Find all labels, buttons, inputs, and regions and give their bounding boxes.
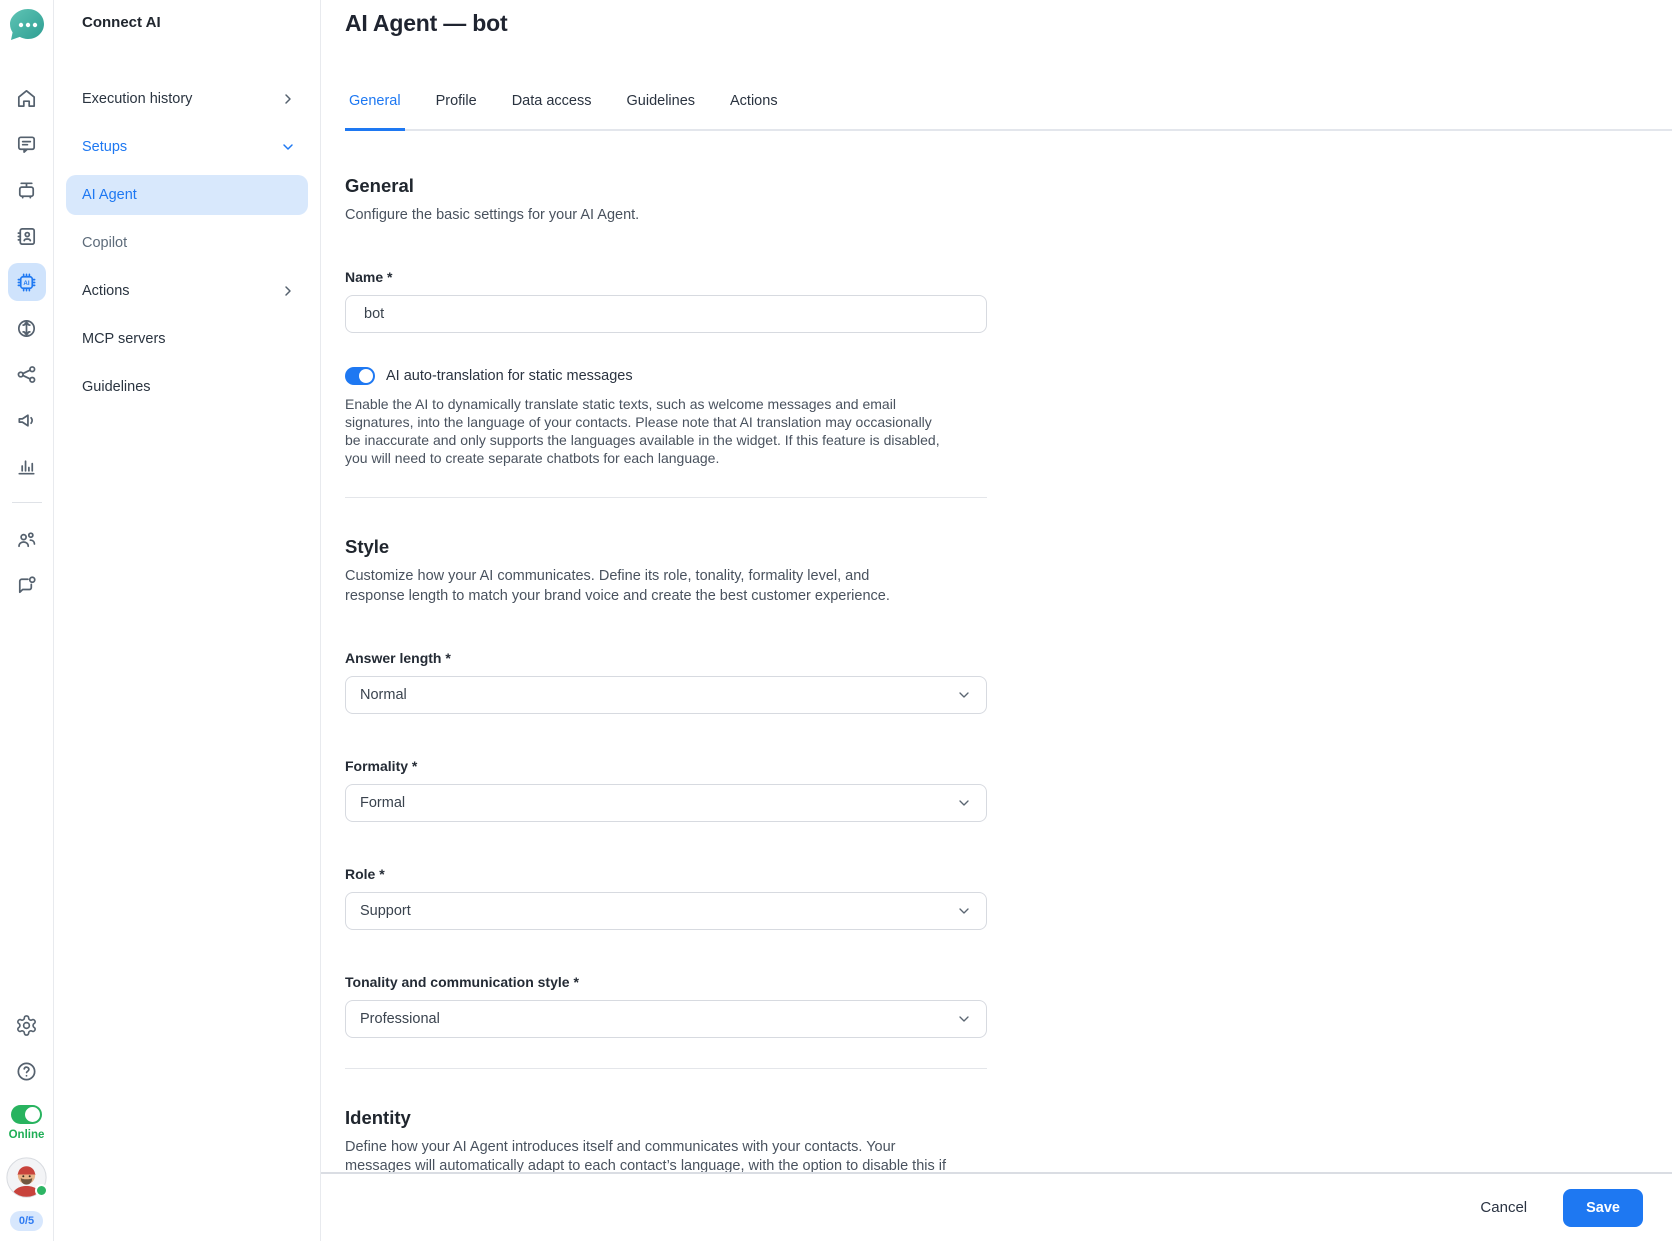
style-section-description: Customize how your AI communicates. Defi… [345, 568, 890, 604]
sidebar-item-actions[interactable]: Actions [66, 271, 308, 311]
chevron-down-icon [956, 795, 972, 811]
formality-value: Formal [360, 794, 406, 811]
answer-length-select[interactable]: Normal [345, 675, 987, 714]
chevron-right-icon [280, 283, 296, 299]
sidebar-item-label: Copilot [82, 235, 128, 251]
page-title: AI Agent — bot [345, 10, 508, 36]
role-label: Role * [345, 865, 385, 882]
secondary-sidebar: Connect AI Execution history Setups AI A… [54, 0, 321, 1241]
team-icon[interactable] [8, 527, 46, 551]
role-select[interactable]: Support [345, 891, 987, 930]
knowledge-icon[interactable] [8, 316, 46, 340]
workflows-icon[interactable] [8, 362, 46, 386]
contacts-icon[interactable] [8, 224, 46, 248]
broadcast-icon[interactable] [8, 408, 46, 432]
name-input[interactable] [345, 294, 987, 333]
section-divider [345, 497, 987, 499]
online-label: Online [8, 1129, 45, 1141]
connect-ai-logo-icon [7, 6, 47, 46]
sidebar-item-label: Execution history [82, 91, 193, 107]
tab-general[interactable]: General [345, 93, 405, 131]
chevron-down-icon [280, 139, 296, 155]
tickets-icon[interactable] [8, 178, 46, 202]
tab-profile[interactable]: Profile [432, 93, 481, 129]
translation-toggle-row: AI auto-translation for static messages [345, 366, 1672, 385]
svg-text:AI: AI [23, 280, 29, 287]
rail-divider [11, 502, 42, 503]
tab-data-access[interactable]: Data access [508, 93, 596, 129]
home-icon[interactable] [8, 86, 46, 110]
formality-label: Formality * [345, 757, 418, 774]
ai-agent-icon[interactable]: AI [7, 263, 46, 301]
chevron-down-icon [956, 687, 972, 703]
avatar-status-dot [35, 1184, 48, 1197]
tonality-value: Professional [360, 1010, 440, 1027]
icon-rail: AI Online 0/5 [0, 0, 54, 1241]
tab-bar: General Profile Data access Guidelines A… [345, 93, 1672, 131]
footer-bar: Cancel Save [321, 1172, 1672, 1241]
general-section-heading: General [345, 174, 414, 196]
translation-toggle-description: Enable the AI to dynamically translate s… [345, 395, 940, 467]
tab-actions[interactable]: Actions [726, 93, 782, 129]
help-icon[interactable] [8, 1059, 46, 1083]
sidebar-item-guidelines[interactable]: Guidelines [66, 367, 308, 407]
answer-length-label: Answer length * [345, 649, 451, 666]
sidebar-item-label: Actions [82, 283, 130, 299]
sidebar-item-ai-agent[interactable]: AI Agent [66, 175, 308, 215]
style-section-heading: Style [345, 536, 390, 558]
main-content: AI Agent — bot General Profile Data acce… [321, 0, 1672, 1241]
formality-select[interactable]: Formal [345, 783, 987, 822]
sidebar-item-label: Guidelines [82, 379, 151, 395]
usage-badge: 0/5 [9, 1211, 44, 1231]
reports-icon[interactable] [8, 454, 46, 478]
tonality-label: Tonality and communication style * [345, 973, 579, 990]
sidebar-item-copilot[interactable]: Copilot [66, 223, 308, 263]
sidebar-item-label: Setups [82, 139, 128, 155]
save-button[interactable]: Save [1563, 1188, 1643, 1227]
sidebar-item-label: AI Agent [82, 187, 137, 203]
sidebar-item-mcp-servers[interactable]: MCP servers [66, 319, 308, 359]
feedback-icon[interactable] [8, 573, 46, 597]
identity-section-heading: Identity [345, 1106, 411, 1128]
cancel-button[interactable]: Cancel [1480, 1199, 1527, 1216]
tab-guidelines[interactable]: Guidelines [623, 93, 700, 129]
chevron-down-icon [956, 1011, 972, 1027]
sidebar-item-label: MCP servers [82, 331, 166, 347]
online-toggle[interactable] [11, 1105, 42, 1124]
tonality-select[interactable]: Professional [345, 999, 987, 1038]
sidebar-title: Connect AI [82, 14, 161, 31]
chevron-right-icon [280, 91, 296, 107]
answer-length-value: Normal [360, 686, 407, 703]
name-label: Name * [345, 268, 393, 285]
section-divider [345, 1067, 987, 1069]
translation-toggle[interactable] [345, 366, 375, 385]
sidebar-item-setups[interactable]: Setups [66, 127, 308, 167]
settings-icon[interactable] [8, 1013, 46, 1037]
role-value: Support [360, 902, 411, 919]
general-section-description: Configure the basic settings for your AI… [345, 206, 640, 223]
sidebar-item-execution-history[interactable]: Execution history [66, 79, 308, 119]
translation-toggle-label: AI auto-translation for static messages [386, 367, 633, 384]
settings-page: AI Agent — bot General Profile Data acce… [321, 0, 1672, 1241]
conversations-icon[interactable] [8, 132, 46, 156]
user-avatar[interactable] [6, 1157, 48, 1198]
chevron-down-icon [956, 903, 972, 919]
